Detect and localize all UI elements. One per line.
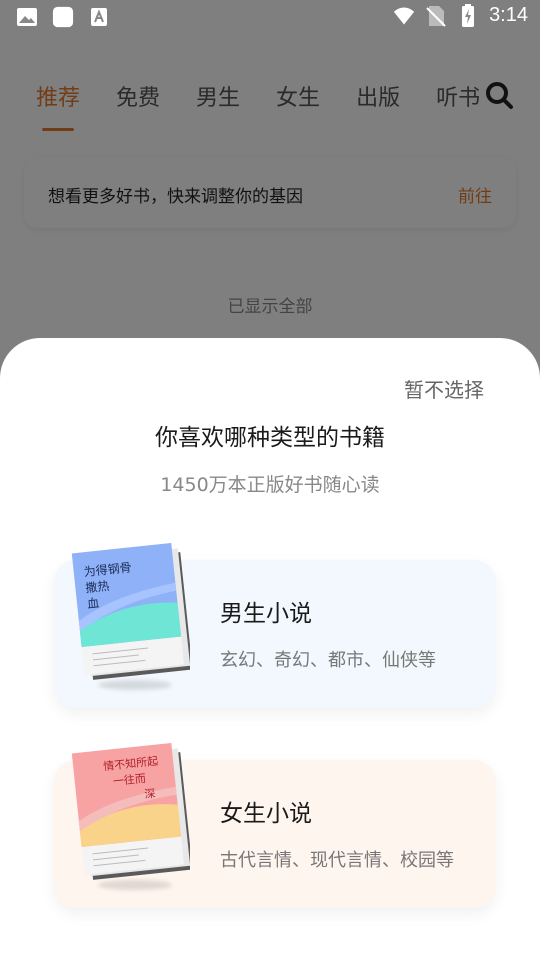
female-novel-option[interactable]: 情不知所起 一往而 深 女生小说 古代言情、现代言情、校园等 (54, 743, 496, 908)
female-option-desc: 古代言情、现代言情、校园等 (220, 850, 454, 871)
svg-text:血: 血 (86, 596, 99, 611)
status-bar: 3:14 (0, 0, 540, 36)
battery-charging-icon (457, 3, 479, 27)
status-time: 3:14 (489, 4, 528, 26)
male-option-title: 男生小说 (220, 601, 312, 627)
wifi-icon (393, 5, 415, 27)
app-notification-icon (52, 6, 74, 28)
gallery-notification-icon (16, 6, 38, 28)
font-notification-icon (88, 6, 110, 28)
skip-button[interactable]: 暂不选择 (404, 374, 484, 403)
female-book-cover-icon: 情不知所起 一往而 深 (71, 743, 190, 880)
female-option-title: 女生小说 (220, 801, 312, 827)
svg-text:深: 深 (144, 787, 156, 801)
book-shadow (98, 680, 172, 690)
genre-picker-sheet: 暂不选择 你喜欢哪种类型的书籍 1450万本正版好书随心读 为得钢骨 撒热 血 … (0, 338, 540, 960)
sheet-subtitle: 1450万本正版好书随心读 (160, 474, 380, 496)
svg-text:撒热: 撒热 (85, 578, 110, 595)
no-sim-icon (425, 5, 447, 27)
book-shadow (98, 880, 172, 890)
male-novel-option[interactable]: 为得钢骨 撒热 血 男生小说 玄幻、奇幻、都市、仙侠等 (54, 543, 496, 708)
male-option-desc: 玄幻、奇幻、都市、仙侠等 (220, 650, 436, 671)
sheet-title: 你喜欢哪种类型的书籍 (155, 425, 385, 451)
male-book-cover-icon: 为得钢骨 撒热 血 (71, 543, 190, 680)
